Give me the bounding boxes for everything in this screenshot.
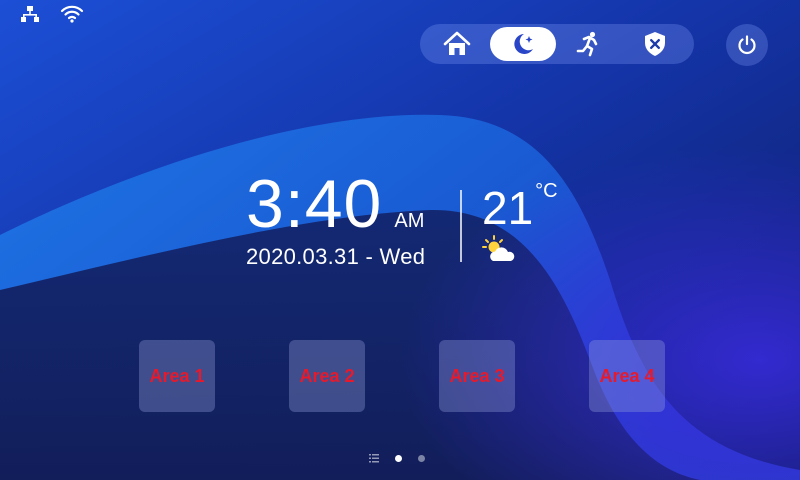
moon-icon — [514, 34, 533, 54]
disarm-mode-button[interactable] — [622, 27, 688, 61]
away-mode-button[interactable] — [556, 27, 622, 61]
clock-weather-divider — [460, 190, 462, 262]
area-label: Area 2 — [299, 365, 355, 386]
home-icon — [443, 31, 471, 55]
area-2-button[interactable]: Area 2 — [289, 340, 365, 412]
page-dot-active[interactable] — [395, 455, 402, 462]
temperature-unit: °C — [535, 180, 558, 202]
area-label: Area 3 — [449, 365, 505, 386]
wifi-icon — [60, 5, 84, 23]
page-indicator — [369, 454, 425, 463]
clock-widget: 3:40 AM 2020.03.31 - Wed — [246, 170, 425, 270]
area-4-button[interactable]: Area 4 — [589, 340, 665, 412]
night-mode-button[interactable] — [490, 27, 556, 61]
network-icon — [21, 6, 39, 22]
temperature-value: 21 — [482, 182, 534, 234]
clock-time: 3:40 — [246, 166, 383, 242]
clock-date: 2020.03.31 - Wed — [246, 244, 426, 269]
area-1-button[interactable]: Area 1 — [139, 340, 215, 412]
clock-ampm: AM — [394, 210, 425, 232]
area-3-button[interactable]: Area 3 — [439, 340, 515, 412]
home-screen: 3:40 AM 2020.03.31 - Wed 21 °C Area 1 Ar… — [0, 0, 800, 480]
page-dot[interactable] — [418, 455, 425, 462]
security-mode-selector — [420, 24, 694, 64]
list-page-icon[interactable] — [369, 454, 379, 463]
status-bar — [20, 4, 84, 24]
partly-cloudy-icon — [482, 235, 515, 261]
weather-widget: 21 °C — [482, 180, 558, 261]
shield-x-icon — [645, 32, 665, 56]
running-person-icon — [576, 31, 598, 57]
home-mode-button[interactable] — [424, 27, 490, 61]
power-button[interactable] — [726, 24, 768, 66]
power-icon — [738, 35, 756, 55]
area-label: Area 4 — [599, 365, 655, 386]
area-label: Area 1 — [149, 365, 205, 386]
